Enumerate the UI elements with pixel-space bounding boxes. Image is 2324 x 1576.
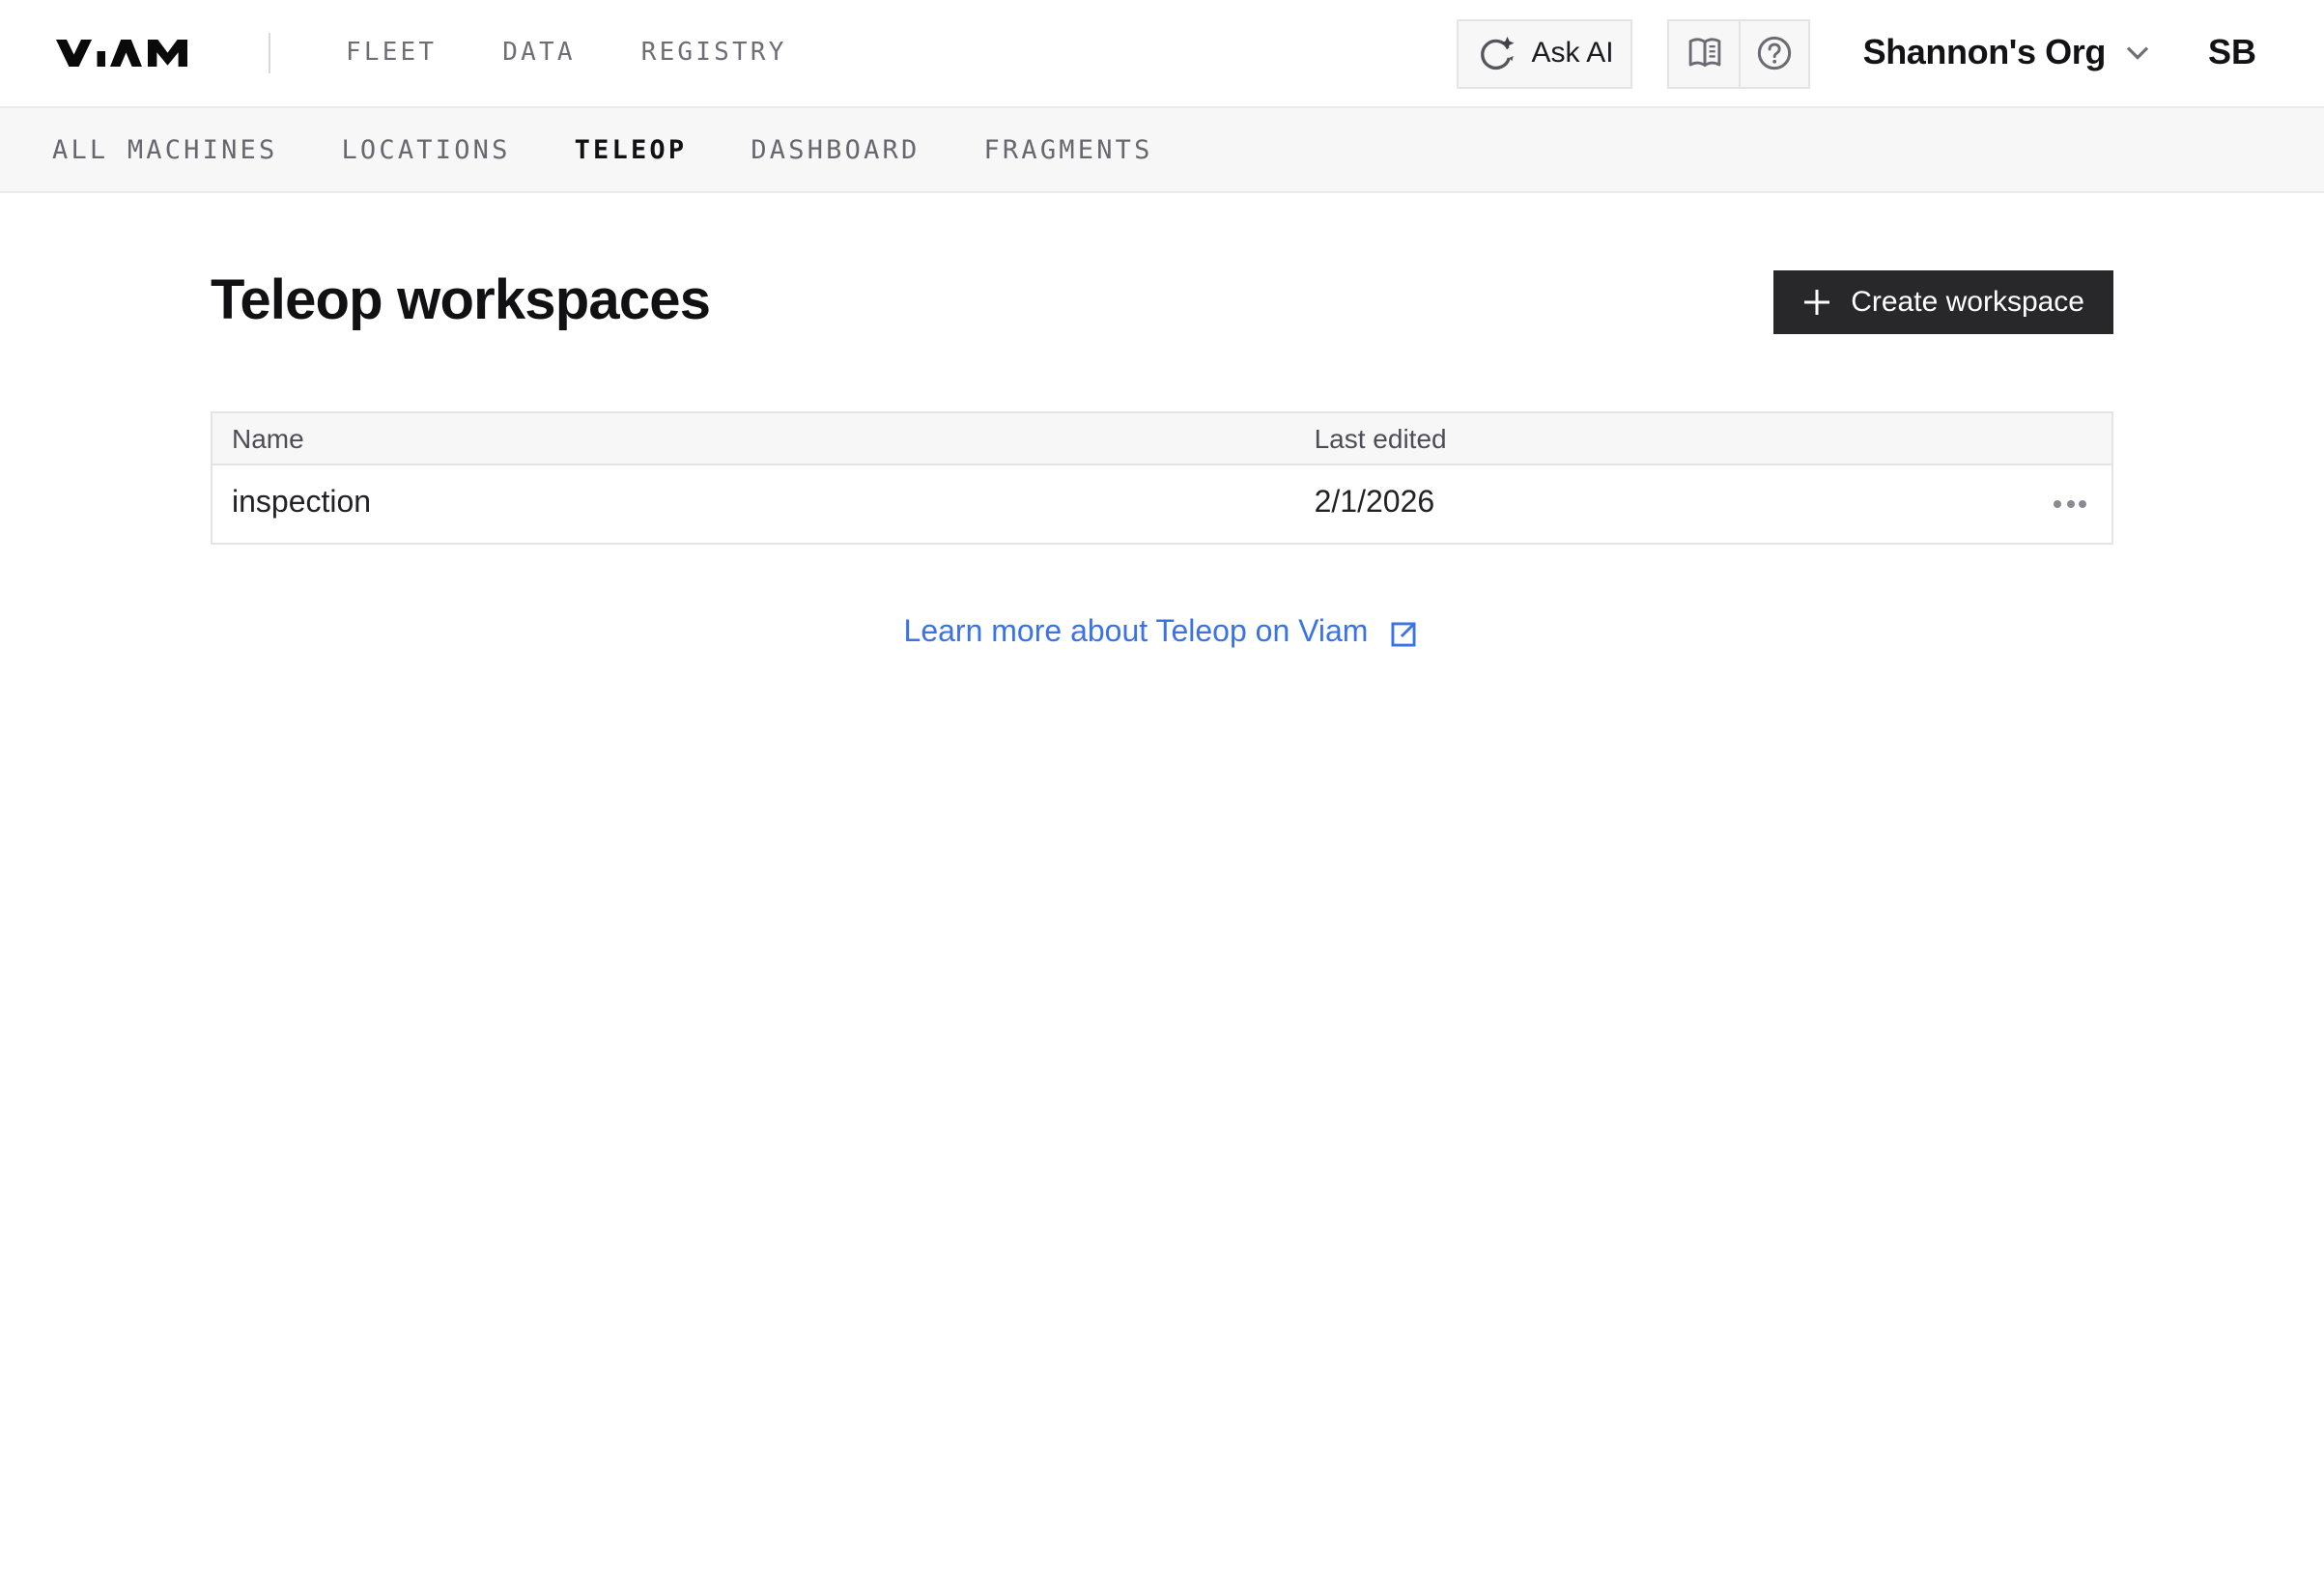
ellipsis-icon xyxy=(2054,500,2061,508)
row-actions-menu-button[interactable] xyxy=(2042,489,2111,520)
column-header-last-edited: Last edited xyxy=(1314,423,1447,454)
column-header-name: Name xyxy=(232,423,304,454)
help-icon-group xyxy=(1667,18,1811,88)
learn-more-label: Learn more about Teleop on Viam xyxy=(903,616,1369,649)
create-workspace-button[interactable]: Create workspace xyxy=(1773,270,2113,334)
table-row[interactable]: inspection 2/1/2026 xyxy=(213,465,2111,543)
table-header-row: Name Last edited xyxy=(213,413,2111,465)
viam-logo[interactable] xyxy=(56,39,187,68)
ai-refresh-sparkle-icon xyxy=(1476,33,1516,73)
workspace-last-edited-cell: 2/1/2026 xyxy=(1314,487,1435,520)
learn-more-link[interactable]: Learn more about Teleop on Viam xyxy=(904,616,1421,651)
nav-fleet[interactable]: FLEET xyxy=(346,39,437,68)
chevron-down-icon xyxy=(2125,44,2150,62)
plus-icon xyxy=(1802,288,1831,317)
org-name: Shannon's Org xyxy=(1862,33,2107,71)
top-bar: FLEET DATA REGISTRY Ask AI Shannon's Org… xyxy=(0,0,2324,108)
tab-dashboard[interactable]: DASHBOARD xyxy=(751,134,920,165)
viam-app: FLEET DATA REGISTRY Ask AI Shannon's Org… xyxy=(0,0,2324,1576)
tab-fragments[interactable]: FRAGMENTS xyxy=(983,134,1152,165)
help-circle-icon xyxy=(1755,33,1796,73)
content-header: Teleop workspaces Create workspace xyxy=(211,270,2113,334)
nav-data[interactable]: DATA xyxy=(502,39,575,68)
ask-ai-label: Ask AI xyxy=(1531,37,1614,70)
external-link-icon xyxy=(1387,617,1420,650)
create-workspace-label: Create workspace xyxy=(1851,286,2084,319)
tab-all-machines[interactable]: ALL MACHINES xyxy=(52,134,277,165)
user-avatar[interactable]: SB xyxy=(2208,33,2256,73)
logo-divider xyxy=(269,33,270,73)
learn-more-row: Learn more about Teleop on Viam xyxy=(211,616,2113,651)
docs-button[interactable] xyxy=(1670,20,1740,86)
docs-book-icon xyxy=(1685,33,1725,73)
fleet-subnav: ALL MACHINES LOCATIONS TELEOP DASHBOARD … xyxy=(0,108,2324,193)
page-title: Teleop workspaces xyxy=(211,270,711,332)
help-button[interactable] xyxy=(1739,20,1809,86)
org-switcher[interactable]: Shannon's Org xyxy=(1863,33,2150,73)
workspaces-table: Name Last edited inspection 2/1/2026 xyxy=(211,411,2113,545)
tab-locations[interactable]: LOCATIONS xyxy=(341,134,510,165)
nav-registry[interactable]: REGISTRY xyxy=(641,39,787,68)
main-content: Teleop workspaces Create workspace Name … xyxy=(211,270,2113,651)
tab-teleop[interactable]: TELEOP xyxy=(575,134,688,165)
primary-nav: FLEET DATA REGISTRY xyxy=(346,39,787,68)
viam-logo-icon xyxy=(56,39,187,68)
workspace-name-cell[interactable]: inspection xyxy=(213,487,1295,521)
ask-ai-button[interactable]: Ask AI xyxy=(1456,18,1633,88)
